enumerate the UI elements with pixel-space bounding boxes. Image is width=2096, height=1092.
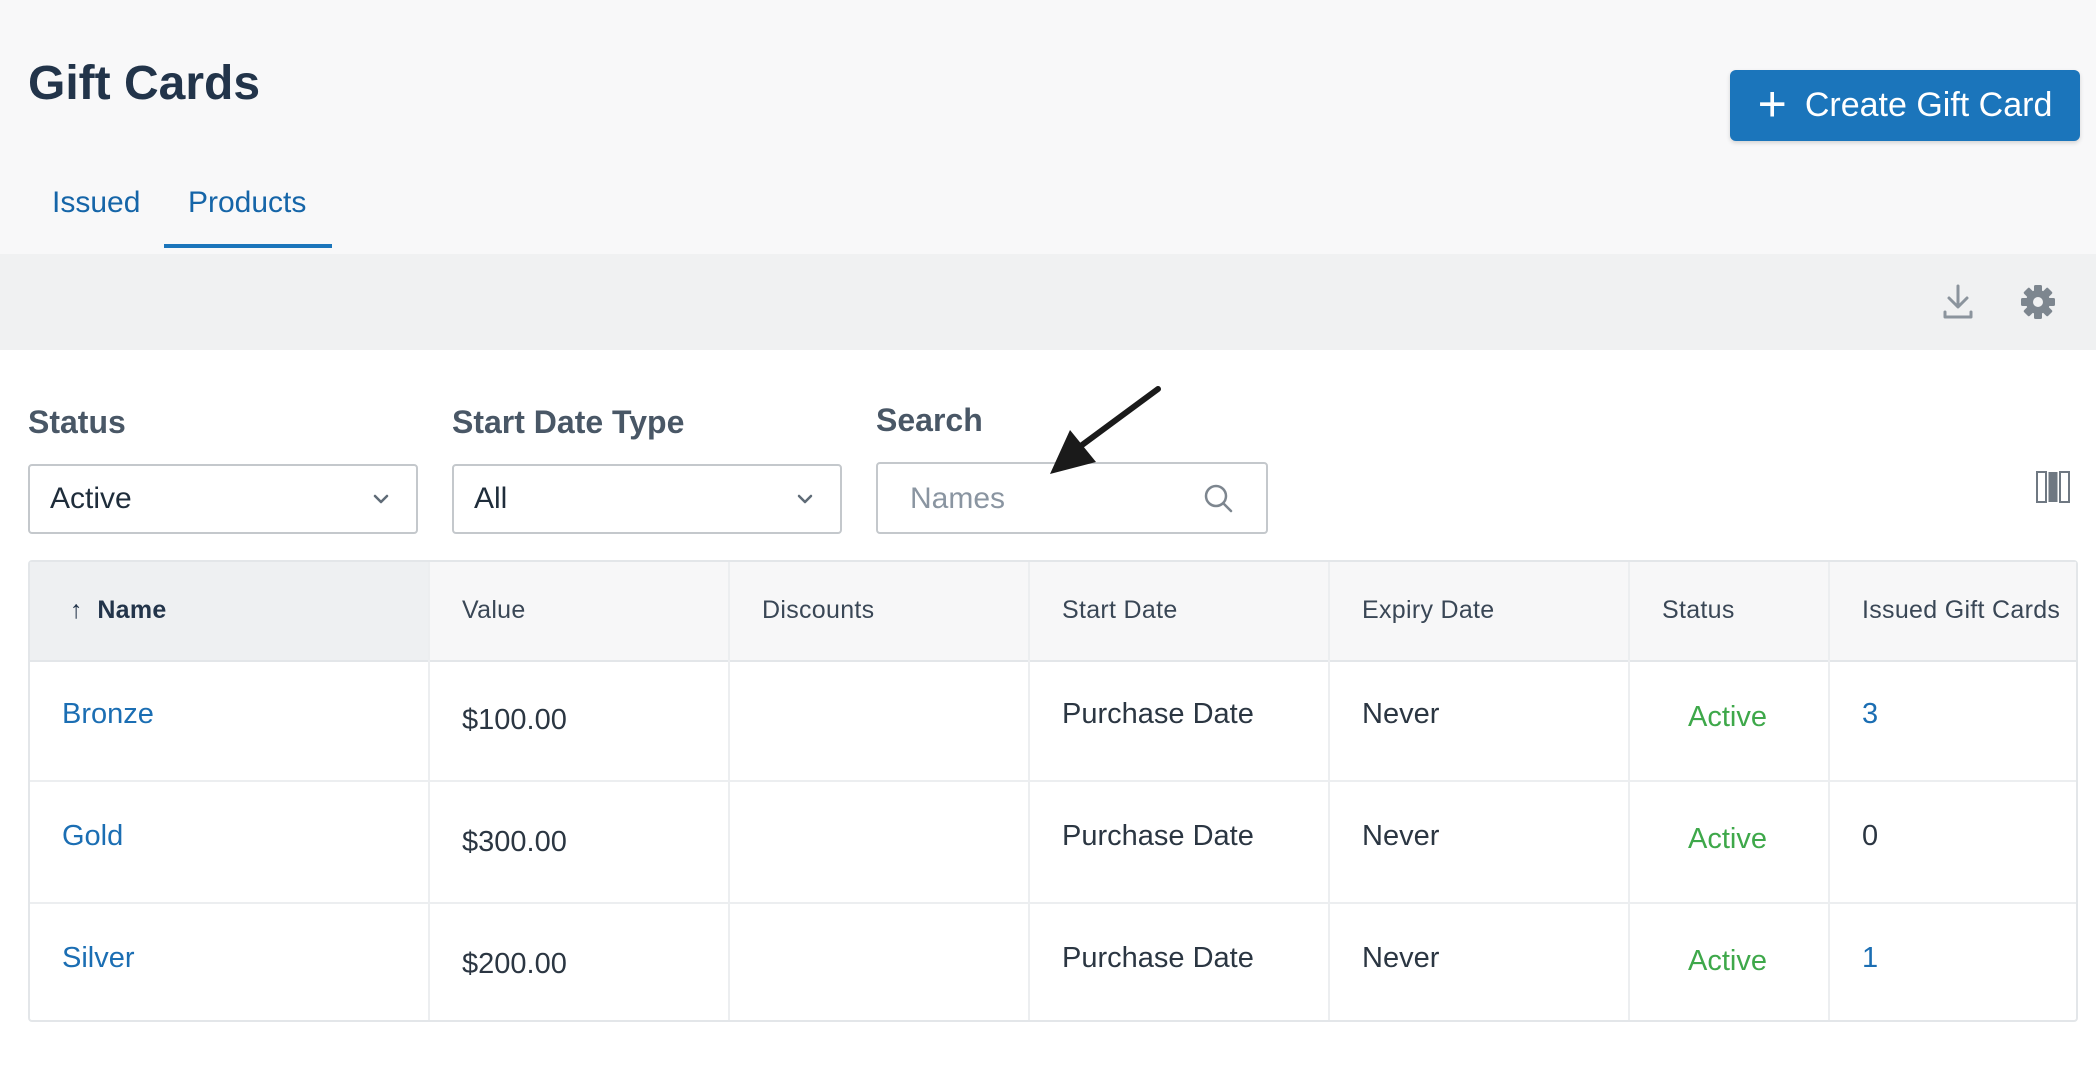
- row-name-link[interactable]: Silver: [62, 942, 135, 975]
- row-status: Active: [1688, 945, 1767, 977]
- annotation-arrow-icon: [1050, 386, 1161, 474]
- column-header-status[interactable]: Status: [1662, 596, 1735, 625]
- start-date-type-value: All: [474, 482, 508, 515]
- row-issued-count-link[interactable]: 1: [1862, 942, 1878, 975]
- status-select-value: Active: [50, 482, 132, 515]
- search-label: Search: [876, 402, 983, 438]
- row-value: $100.00: [462, 704, 567, 736]
- column-header-discounts[interactable]: Discounts: [762, 596, 874, 625]
- row-start-date: Purchase Date: [1062, 942, 1254, 974]
- table-row: Gold $300.00 Purchase Date Never Active …: [30, 782, 2076, 904]
- column-header-value[interactable]: Value: [462, 596, 526, 625]
- row-expiry-date: Never: [1362, 942, 1440, 974]
- create-gift-card-label: Create Gift Card: [1804, 86, 2053, 124]
- table-header: ↑ Name Value Discounts Start Date Expiry…: [30, 562, 2076, 662]
- row-status: Active: [1688, 701, 1767, 733]
- row-status: Active: [1688, 823, 1767, 855]
- row-issued-count: 0: [1862, 820, 1879, 852]
- row-start-date: Purchase Date: [1062, 698, 1254, 730]
- row-name-link[interactable]: Bronze: [62, 698, 154, 731]
- settings-gear-icon[interactable]: [2020, 282, 2056, 322]
- status-filter-label: Status: [28, 404, 126, 440]
- active-tab-indicator: [164, 244, 332, 248]
- row-expiry-date: Never: [1362, 820, 1440, 852]
- start-date-type-label: Start Date Type: [452, 404, 685, 440]
- tab-products[interactable]: Products: [188, 186, 306, 220]
- start-date-type-select[interactable]: All: [452, 464, 842, 534]
- plus-icon: +: [1757, 75, 1787, 132]
- row-value: $200.00: [462, 948, 567, 980]
- page-header: Gift Cards + Create Gift Card Issued Pro…: [0, 0, 2096, 254]
- gift-card-products-table: ↑ Name Value Discounts Start Date Expiry…: [28, 560, 2078, 1022]
- page-title: Gift Cards: [28, 57, 261, 110]
- row-name-link[interactable]: Gold: [62, 820, 123, 853]
- row-issued-count-link[interactable]: 3: [1862, 698, 1878, 731]
- table-toolbar: [0, 254, 2096, 350]
- column-header-expiry-date[interactable]: Expiry Date: [1362, 596, 1495, 625]
- search-icon[interactable]: [1202, 482, 1236, 516]
- status-select[interactable]: Active: [28, 464, 418, 534]
- table-row: Silver $200.00 Purchase Date Never Activ…: [30, 904, 2076, 1026]
- column-header-name[interactable]: ↑ Name: [70, 596, 167, 625]
- column-header-issued-gift-cards[interactable]: Issued Gift Cards: [1862, 596, 2060, 625]
- table-row: Bronze $100.00 Purchase Date Never Activ…: [30, 660, 2076, 782]
- row-expiry-date: Never: [1362, 698, 1440, 730]
- download-icon[interactable]: [1940, 282, 1976, 322]
- row-value: $300.00: [462, 826, 567, 858]
- columns-icon[interactable]: [2036, 470, 2070, 504]
- sort-ascending-icon: ↑: [70, 596, 83, 624]
- chevron-down-icon: [797, 494, 813, 504]
- column-header-start-date[interactable]: Start Date: [1062, 596, 1178, 625]
- tab-issued[interactable]: Issued: [52, 186, 140, 220]
- search-input[interactable]: [908, 478, 1192, 520]
- row-start-date: Purchase Date: [1062, 820, 1254, 852]
- chevron-down-icon: [373, 494, 389, 504]
- create-gift-card-button[interactable]: + Create Gift Card: [1730, 70, 2080, 141]
